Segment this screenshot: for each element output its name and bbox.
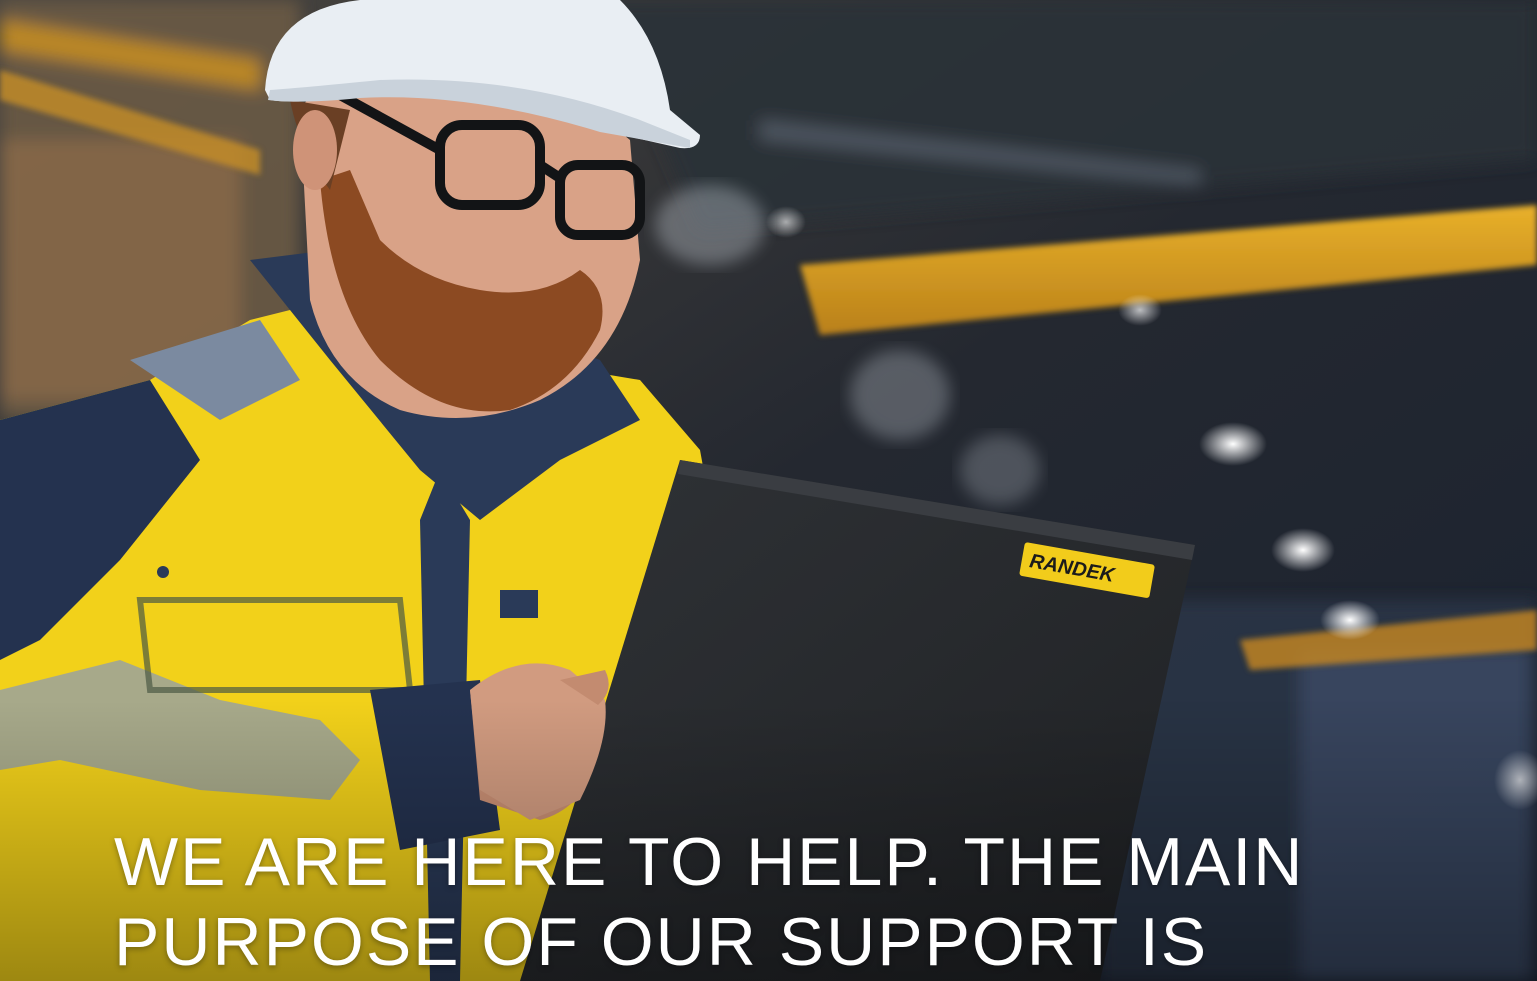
hero-headline: WE ARE HERE TO HELP. THE MAIN PURPOSE OF… [114,822,1494,981]
headline-line-1: WE ARE HERE TO HELP. THE MAIN [114,824,1305,900]
headline-line-2: PURPOSE OF OUR SUPPORT IS [114,904,1209,980]
hero-banner: RANDEK WE ARE HERE TO HELP. THE MAIN PUR… [0,0,1537,981]
